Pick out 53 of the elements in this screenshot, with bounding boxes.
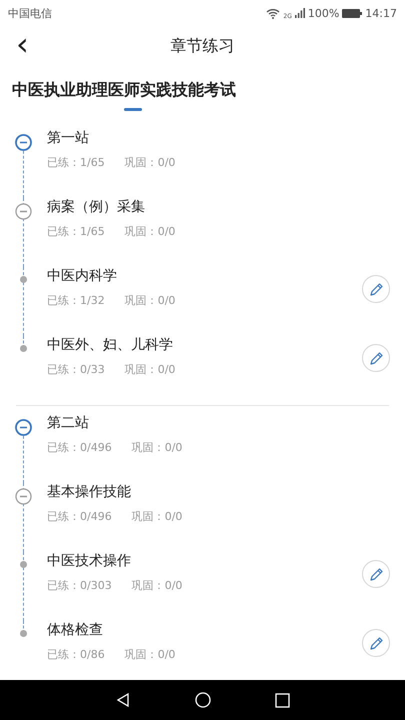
home-nav-icon[interactable] <box>195 692 211 708</box>
node-dot <box>20 630 27 637</box>
collapse-icon[interactable] <box>15 488 32 505</box>
consolidated-count: 巩固：0/0 <box>132 509 182 524</box>
chapter-title[interactable]: 病案（例）采集 <box>47 198 405 216</box>
consolidated-count: 巩固：0/0 <box>132 578 182 593</box>
carrier-name: 中国电信 <box>8 6 52 20</box>
battery-percent: 100% <box>308 6 340 20</box>
title-underline <box>124 108 142 111</box>
consolidated-count: 巩固：0/0 <box>124 362 176 377</box>
battery-icon <box>342 8 362 18</box>
consolidated-count: 巩固：0/0 <box>124 155 176 170</box>
pencil-icon <box>368 350 384 366</box>
practiced-count: 已练：1/65 <box>47 155 105 170</box>
practice-button[interactable] <box>362 629 390 657</box>
chapter-title[interactable]: 中医内科学 <box>47 267 362 285</box>
chapter-title[interactable]: 基本操作技能 <box>47 483 405 501</box>
collapse-icon[interactable] <box>15 203 32 220</box>
chapter-title[interactable]: 体格检查 <box>47 621 362 639</box>
clock-time: 14:17 <box>365 6 397 20</box>
consolidated-count: 巩固：0/0 <box>124 224 176 239</box>
node-dot <box>20 345 27 352</box>
signal-icon <box>294 8 305 18</box>
practiced-count: 已练：1/65 <box>47 224 105 239</box>
wifi-icon <box>266 8 280 18</box>
practiced-count: 已练：0/496 <box>47 440 112 455</box>
chapter-title[interactable]: 第二站 <box>47 414 405 432</box>
practice-button[interactable] <box>362 560 390 588</box>
recents-nav-icon[interactable] <box>275 692 290 708</box>
chapter-title[interactable]: 中医外、妇、儿科学 <box>47 336 362 354</box>
pencil-icon <box>368 566 384 582</box>
node-dot <box>20 276 27 283</box>
chapter-title[interactable]: 中医技术操作 <box>47 552 362 570</box>
practice-button[interactable] <box>362 275 390 303</box>
exam-title: 中医执业助理医师实践技能考试 <box>12 80 237 101</box>
pencil-icon <box>368 282 384 296</box>
consolidated-count: 巩固：0/0 <box>124 293 176 308</box>
collapse-icon[interactable] <box>15 134 32 151</box>
chapter-title[interactable]: 第一站 <box>47 129 405 147</box>
back-button[interactable]: ‹ <box>10 28 35 60</box>
practiced-count: 已练：0/303 <box>47 578 112 593</box>
consolidated-count: 巩固：0/0 <box>132 440 182 455</box>
consolidated-count: 巩固：0/0 <box>124 647 176 662</box>
practiced-count: 已练：0/86 <box>47 647 105 662</box>
practice-button[interactable] <box>362 344 390 372</box>
practiced-count: 已练：0/33 <box>47 362 105 377</box>
practiced-count: 已练：1/32 <box>47 293 105 308</box>
back-nav-icon[interactable] <box>115 692 131 708</box>
pencil-icon <box>368 636 384 650</box>
page-title: 章节练习 <box>170 36 234 56</box>
node-dot <box>20 561 27 568</box>
collapse-icon[interactable] <box>15 419 32 436</box>
practiced-count: 已练：0/496 <box>47 509 112 524</box>
